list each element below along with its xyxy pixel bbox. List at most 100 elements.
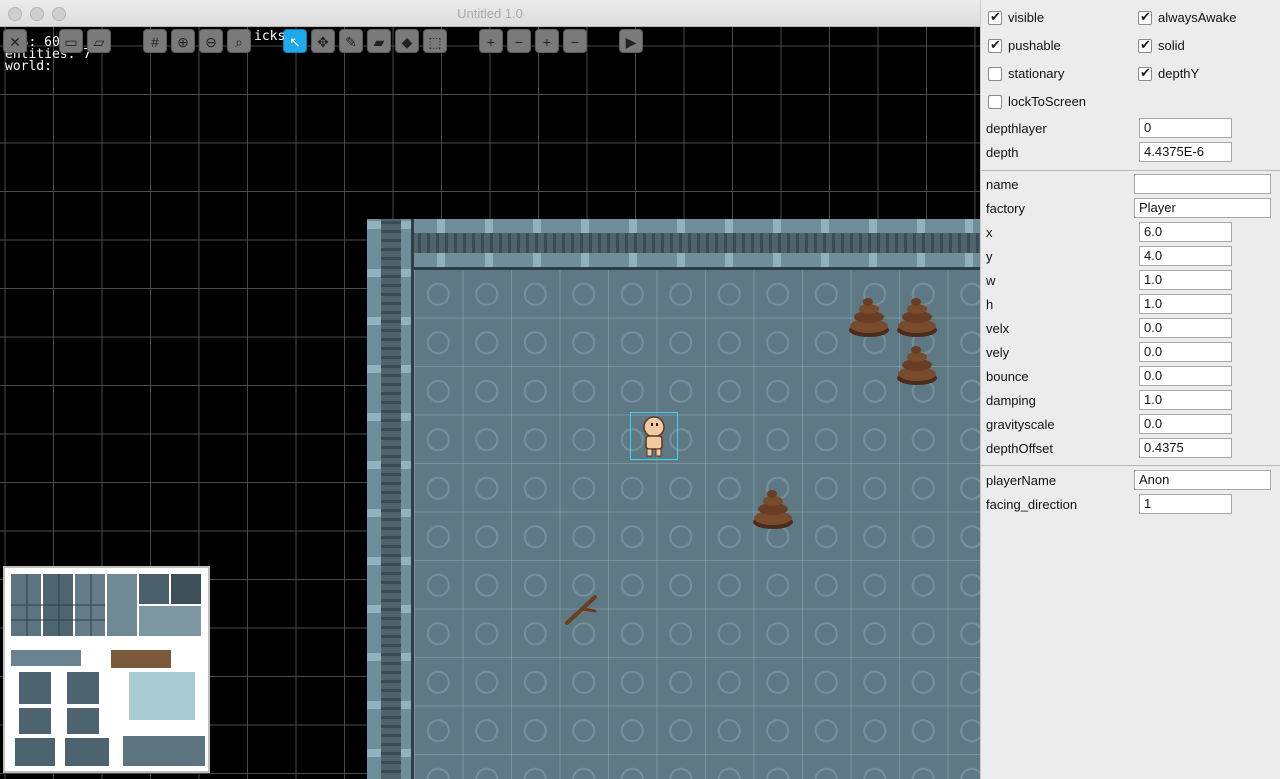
velx-label: velx [986,321,1010,336]
zoom-100-icon: ⌕ [235,34,243,50]
add-column-icon: + [486,34,496,50]
remove-row-button[interactable]: − [563,29,587,53]
add-column-button[interactable]: + [479,29,503,53]
player-name-field[interactable]: Anon [1134,470,1271,490]
remove-column-icon: − [514,34,524,50]
tile-palette[interactable] [3,566,210,773]
window-title-bar: Untitled 1.0 [0,0,980,27]
move-icon: ✥ [317,34,329,50]
grid-toggle-button[interactable]: # [143,29,167,53]
window-title: Untitled 1.0 [457,6,523,21]
zoom-out-icon: ⊖ [205,34,217,50]
y-field[interactable]: 4.0 [1139,246,1232,266]
add-row-button[interactable]: + [535,29,559,53]
marquee-icon: ⬚ [428,34,442,50]
save-button[interactable]: ▭ [59,29,83,53]
move-tool-button[interactable]: ✥ [311,29,335,53]
x-row: x 6.0 [981,220,1280,244]
x-label: x [986,225,993,240]
gravityscale-row: gravityscale 0.0 [981,412,1280,436]
bounce-field[interactable]: 0.0 [1139,366,1232,386]
poop-entity[interactable] [894,340,940,386]
zoom-100-button[interactable]: ⌕ [227,29,251,53]
top-wall [367,219,980,270]
select-tool-button[interactable]: ↖ [283,29,307,53]
lock-to-screen-label: lockToScreen [1008,94,1087,109]
panel-divider [981,170,1280,171]
player-name-row: playerName Anon [981,468,1280,492]
poop-entity[interactable] [750,484,796,530]
open-button[interactable]: ▱ [87,29,111,53]
player-sprite [643,416,665,457]
h-row: h 1.0 [981,292,1280,316]
properties-panel: visible alwaysAwake pushable solid stationar… [980,0,1280,779]
depth-offset-row: depthOffset 0.4375 [981,436,1280,460]
poop-entity[interactable] [894,292,940,338]
stick-entity[interactable] [563,589,603,629]
w-row: w 1.0 [981,268,1280,292]
depthlayer-row: depthlayer 0 [981,116,1280,140]
w-field[interactable]: 1.0 [1139,270,1232,290]
eraser-icon: ▰ [373,34,385,50]
factory-row: factory Player [981,196,1280,220]
pencil-icon: ✎ [345,34,357,50]
velx-field[interactable]: 0.0 [1139,318,1232,338]
depth-row: depth 4.4375E-6 [981,140,1280,164]
add-row-icon: + [542,34,552,50]
close-file-button[interactable]: ✕ [3,29,27,53]
visible-label: visible [1008,10,1045,25]
folder-icon: ▱ [93,34,105,50]
marquee-tool-button[interactable]: ⬚ [423,29,447,53]
zoom-in-icon: ⊕ [177,34,189,50]
always-awake-checkbox[interactable] [1138,9,1152,25]
name-label: name [986,177,1019,192]
grid-icon: # [151,34,159,50]
facing-direction-field[interactable]: 1 [1139,494,1232,514]
vely-row: vely 0.0 [981,340,1280,364]
save-icon: ▭ [64,34,78,50]
visible-checkbox[interactable] [988,9,1002,25]
vely-field[interactable]: 0.0 [1139,342,1232,362]
poop-entity[interactable] [846,292,892,338]
fill-tool-button[interactable]: ◆ [395,29,419,53]
pencil-tool-button[interactable]: ✎ [339,29,363,53]
player-name-label: playerName [986,473,1057,488]
depth-offset-field[interactable]: 0.4375 [1139,438,1232,458]
editor-toolbar: ✕ ▭ ▱ # ⊕ ⊖ ⌕ ↖ ✥ ✎ ▰ ◆ ⬚ + − + − ▶ [0,27,660,55]
depth-field[interactable]: 4.4375E-6 [1139,142,1232,162]
solid-checkbox[interactable] [1138,37,1152,53]
always-awake-label: alwaysAwake [1158,10,1237,25]
eraser-tool-button[interactable]: ▰ [367,29,391,53]
gravityscale-field[interactable]: 0.0 [1139,414,1232,434]
vely-label: vely [986,345,1010,360]
gravityscale-label: gravityscale [986,417,1055,432]
solid-label: solid [1158,38,1185,53]
h-field[interactable]: 1.0 [1139,294,1232,314]
damping-field[interactable]: 1.0 [1139,390,1232,410]
depth-label: depth [986,145,1019,160]
w-label: w [986,273,996,288]
room-tilemap[interactable] [367,219,980,779]
close-icon: ✕ [9,34,21,50]
factory-field[interactable]: Player [1134,198,1271,218]
zoom-in-button[interactable]: ⊕ [171,29,195,53]
bounce-row: bounce 0.0 [981,364,1280,388]
zoom-out-button[interactable]: ⊖ [199,29,223,53]
x-field[interactable]: 6.0 [1139,222,1232,242]
click-label: icks [254,29,286,44]
depth-offset-label: depthOffset [986,441,1053,456]
depth-y-checkbox[interactable] [1138,65,1152,81]
damping-label: damping [986,393,1036,408]
lock-to-screen-checkbox[interactable] [988,95,1002,109]
play-button[interactable]: ▶ [619,29,643,53]
play-icon: ▶ [625,34,637,50]
facing-direction-label: facing_direction [986,497,1078,512]
player-entity-selected[interactable] [630,412,678,460]
depthlayer-field[interactable]: 0 [1139,118,1232,138]
depthlayer-label: depthlayer [986,121,1047,136]
facing-direction-row: facing_direction 1 [981,492,1280,516]
remove-column-button[interactable]: − [507,29,531,53]
name-field[interactable] [1134,174,1271,194]
stationary-checkbox[interactable] [988,67,1002,81]
pushable-checkbox[interactable] [988,37,1002,53]
